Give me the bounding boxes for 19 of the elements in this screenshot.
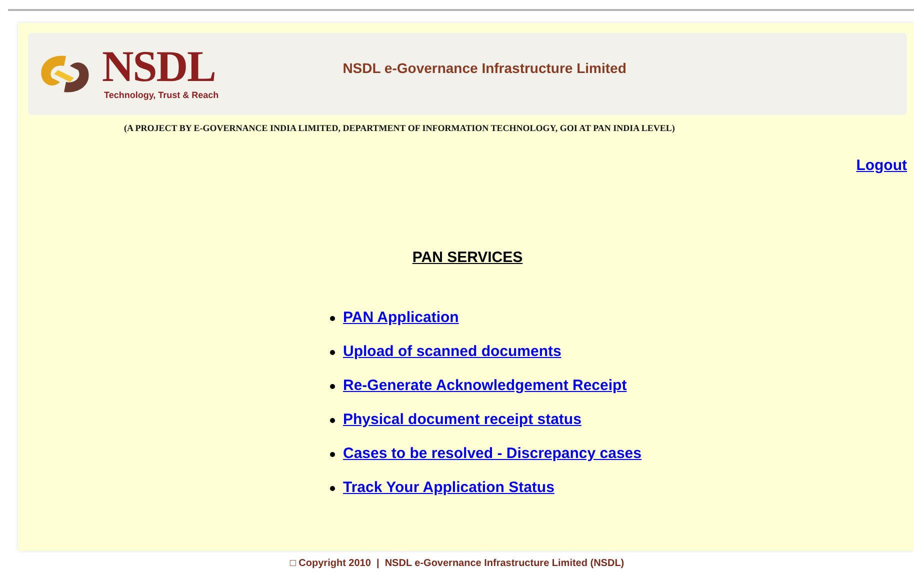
service-link[interactable]: PAN Application	[343, 306, 459, 330]
bullet-icon	[330, 350, 335, 354]
service-link[interactable]: Track Your Application Status	[343, 476, 554, 500]
bullet-icon	[330, 418, 335, 422]
bullet-icon	[330, 452, 335, 456]
service-link[interactable]: Upload of scanned documents	[343, 340, 562, 364]
service-link[interactable]: Physical document receipt status	[343, 408, 582, 432]
logo-text: NSDL	[102, 45, 216, 90]
bullet-icon	[330, 384, 335, 388]
bullet-icon	[330, 486, 335, 490]
copyright-footer: □ Copyright 2010 | NSDL e-Governance Infrastructure Limited (NSDL)	[290, 558, 624, 570]
project-line: (A PROJECT BY E-GOVERNANCE INDIA LIMITED, DEPARTMENT OF INFORMATION TECHNOLOGY, GOI AT PAN INDIA LEVEL)	[124, 123, 675, 133]
header-title: NSDL e-Governance Infrastructure Limited	[342, 58, 626, 78]
section-title: PAN SERVICES	[412, 248, 523, 266]
logout-link[interactable]: Logout	[856, 155, 907, 178]
bullet-icon	[330, 316, 335, 320]
service-link[interactable]: Cases to be resolved - Discrepancy cases	[343, 442, 642, 466]
service-link[interactable]: Re-Generate Acknowledgement Receipt	[343, 374, 627, 398]
logo-tagline: Technology, Trust & Reach	[104, 89, 219, 102]
